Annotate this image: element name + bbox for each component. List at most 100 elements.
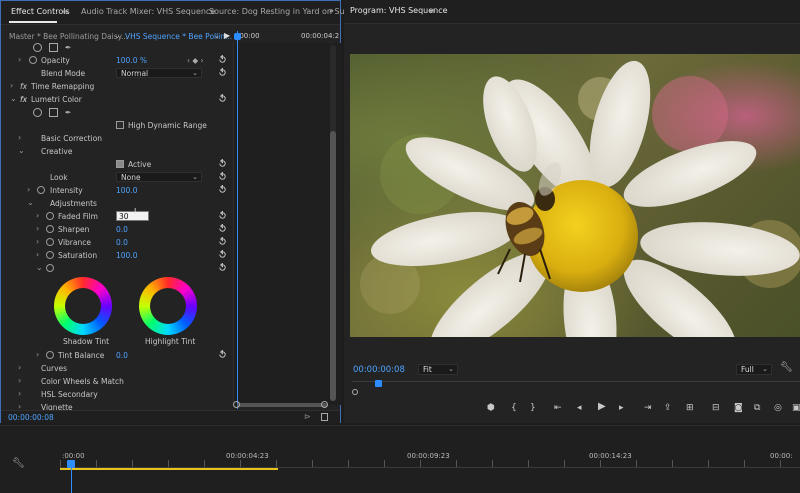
ec-scroll-handle-right[interactable] <box>321 401 328 408</box>
chevron-right-icon[interactable]: › <box>36 237 39 246</box>
highlight-tint-wheel[interactable] <box>139 277 197 335</box>
stopwatch-icon[interactable] <box>46 225 54 233</box>
pen-mask-icon[interactable]: ✒ <box>65 108 71 117</box>
panel-menu-icon[interactable]: ≡ <box>62 7 69 16</box>
intensity-value[interactable]: 100.0 <box>116 186 137 195</box>
rectangle-mask-icon[interactable] <box>49 108 58 117</box>
ec-scroll-handle-left[interactable] <box>233 401 240 408</box>
ec-scroll-thumb[interactable] <box>330 131 336 401</box>
reset-icon[interactable] <box>218 237 227 246</box>
chevron-down-icon[interactable]: ⌄ <box>18 146 25 155</box>
chevron-right-icon[interactable]: › <box>36 250 39 259</box>
chevron-right-icon[interactable]: › <box>36 211 39 220</box>
comparison-view-icon[interactable]: ⧉ <box>754 403 760 413</box>
vr-video-icon[interactable]: ◎ <box>774 403 782 413</box>
program-timecode[interactable]: 00:00:00:08 <box>353 365 405 375</box>
saturation-value[interactable]: 100.0 <box>116 251 137 260</box>
reset-icon[interactable] <box>218 185 227 194</box>
reset-icon[interactable] <box>218 55 227 64</box>
stopwatch-icon[interactable] <box>29 56 37 64</box>
ellipse-mask-icon[interactable] <box>33 108 42 117</box>
timeline-ruler[interactable] <box>60 460 800 468</box>
camera-icon[interactable]: ◙ <box>734 403 743 413</box>
stopwatch-icon[interactable] <box>46 212 54 220</box>
wrench-icon[interactable]: 🔧︎ <box>780 362 793 373</box>
ec-horizontal-scrollbar[interactable] <box>237 403 327 407</box>
chevron-right-icon[interactable]: › <box>36 350 39 359</box>
chevron-right-icon[interactable]: › <box>27 185 30 194</box>
go-to-in-icon[interactable]: ⇤ <box>554 403 562 413</box>
reset-icon[interactable] <box>218 350 227 359</box>
lift-icon[interactable]: ⇪ <box>664 403 672 413</box>
stopwatch-icon[interactable] <box>46 251 54 259</box>
scrub-handle-left[interactable] <box>352 389 358 395</box>
program-scrub-bar[interactable] <box>352 381 800 393</box>
chevron-down-icon[interactable]: ⌄ <box>36 263 43 272</box>
chevron-right-icon[interactable]: › <box>18 133 21 142</box>
overwrite-icon[interactable]: ⊟ <box>712 403 720 413</box>
shadow-tint-wheel[interactable] <box>54 277 112 335</box>
chevron-right-icon[interactable]: › <box>36 224 39 233</box>
button-editor-icon[interactable]: ▣ <box>792 403 800 413</box>
sharpen-value[interactable]: 0.0 <box>116 225 128 234</box>
resolution-dropdown[interactable]: Full ⌄ <box>736 364 772 375</box>
stopwatch-icon[interactable] <box>46 351 54 359</box>
chevron-down-icon[interactable]: ⌄ <box>27 198 34 207</box>
video-frame[interactable] <box>350 54 800 337</box>
reset-icon[interactable] <box>218 172 227 181</box>
wrench-icon[interactable]: 🔧︎ <box>12 458 25 469</box>
reset-icon[interactable] <box>218 263 227 272</box>
timeline-playhead[interactable] <box>71 468 72 493</box>
tab-effect-controls[interactable]: Effect Controls <box>11 7 70 16</box>
blend-mode-dropdown[interactable]: Normal ⌄ <box>116 68 202 78</box>
ec-playhead[interactable] <box>237 31 238 409</box>
play-icon[interactable]: ▶ <box>598 401 606 412</box>
tint-balance-value[interactable]: 0.0 <box>116 351 128 360</box>
step-back-icon[interactable]: ◂ <box>577 403 582 413</box>
chevron-right-icon[interactable]: › <box>18 389 21 398</box>
ec-current-time[interactable]: 00:00:00:08 <box>8 413 54 422</box>
fx-icon[interactable]: fx <box>20 95 27 104</box>
stopwatch-icon[interactable] <box>37 186 45 194</box>
chevron-right-icon[interactable]: › <box>18 363 21 372</box>
go-to-out-icon[interactable]: ⇥ <box>644 403 652 413</box>
keyframe-nav-icon[interactable]: ‹ ◆ › <box>187 56 204 65</box>
ec-playhead-handle[interactable] <box>234 33 241 40</box>
reset-icon[interactable] <box>218 224 227 233</box>
ellipse-mask-icon[interactable] <box>33 43 42 52</box>
mark-in-icon[interactable]: { <box>511 403 517 413</box>
export-icon[interactable] <box>321 413 328 421</box>
active-checkbox[interactable] <box>116 160 124 168</box>
tab-audio-track-mixer[interactable]: Audio Track Mixer: VHS Sequence <box>81 7 215 16</box>
opacity-value[interactable]: 100.0 % <box>116 56 147 65</box>
timeline-playhead-handle[interactable] <box>67 460 75 468</box>
program-playhead[interactable] <box>375 380 382 387</box>
reset-icon[interactable] <box>218 94 227 103</box>
reset-icon[interactable] <box>218 68 227 77</box>
look-dropdown[interactable]: None ⌄ <box>116 172 202 182</box>
panel-menu-icon[interactable]: ≡ <box>429 6 436 15</box>
zoom-dropdown[interactable]: Fit ⌄ <box>418 364 458 375</box>
rectangle-mask-icon[interactable] <box>49 43 58 52</box>
chevron-right-icon[interactable]: › <box>18 55 21 64</box>
step-forward-icon[interactable]: ▸ <box>619 403 624 413</box>
faded-film-input[interactable]: 30 <box>116 211 149 221</box>
add-marker-icon[interactable]: ⬢ <box>487 403 495 413</box>
insert-icon[interactable]: ⊞ <box>686 403 694 413</box>
reset-icon[interactable] <box>218 211 227 220</box>
overflow-tabs-icon[interactable]: » <box>329 6 334 15</box>
stopwatch-icon[interactable] <box>46 264 54 272</box>
ec-vertical-scrollbar[interactable] <box>330 45 336 401</box>
stopwatch-icon[interactable] <box>46 238 54 246</box>
pen-mask-icon[interactable]: ✒ <box>65 43 71 52</box>
reset-icon[interactable] <box>218 159 227 168</box>
work-area-bar[interactable] <box>60 468 278 470</box>
chevron-right-icon[interactable]: › <box>18 376 21 385</box>
vibrance-value[interactable]: 0.0 <box>116 238 128 247</box>
chevron-right-icon[interactable]: › <box>10 81 13 90</box>
hdr-checkbox[interactable] <box>116 121 124 129</box>
reset-icon[interactable] <box>218 250 227 259</box>
filter-icon[interactable]: ⊳ <box>304 412 311 421</box>
ec-timeline-area[interactable] <box>233 43 341 405</box>
chevron-down-icon[interactable]: ⌄ <box>10 94 17 103</box>
